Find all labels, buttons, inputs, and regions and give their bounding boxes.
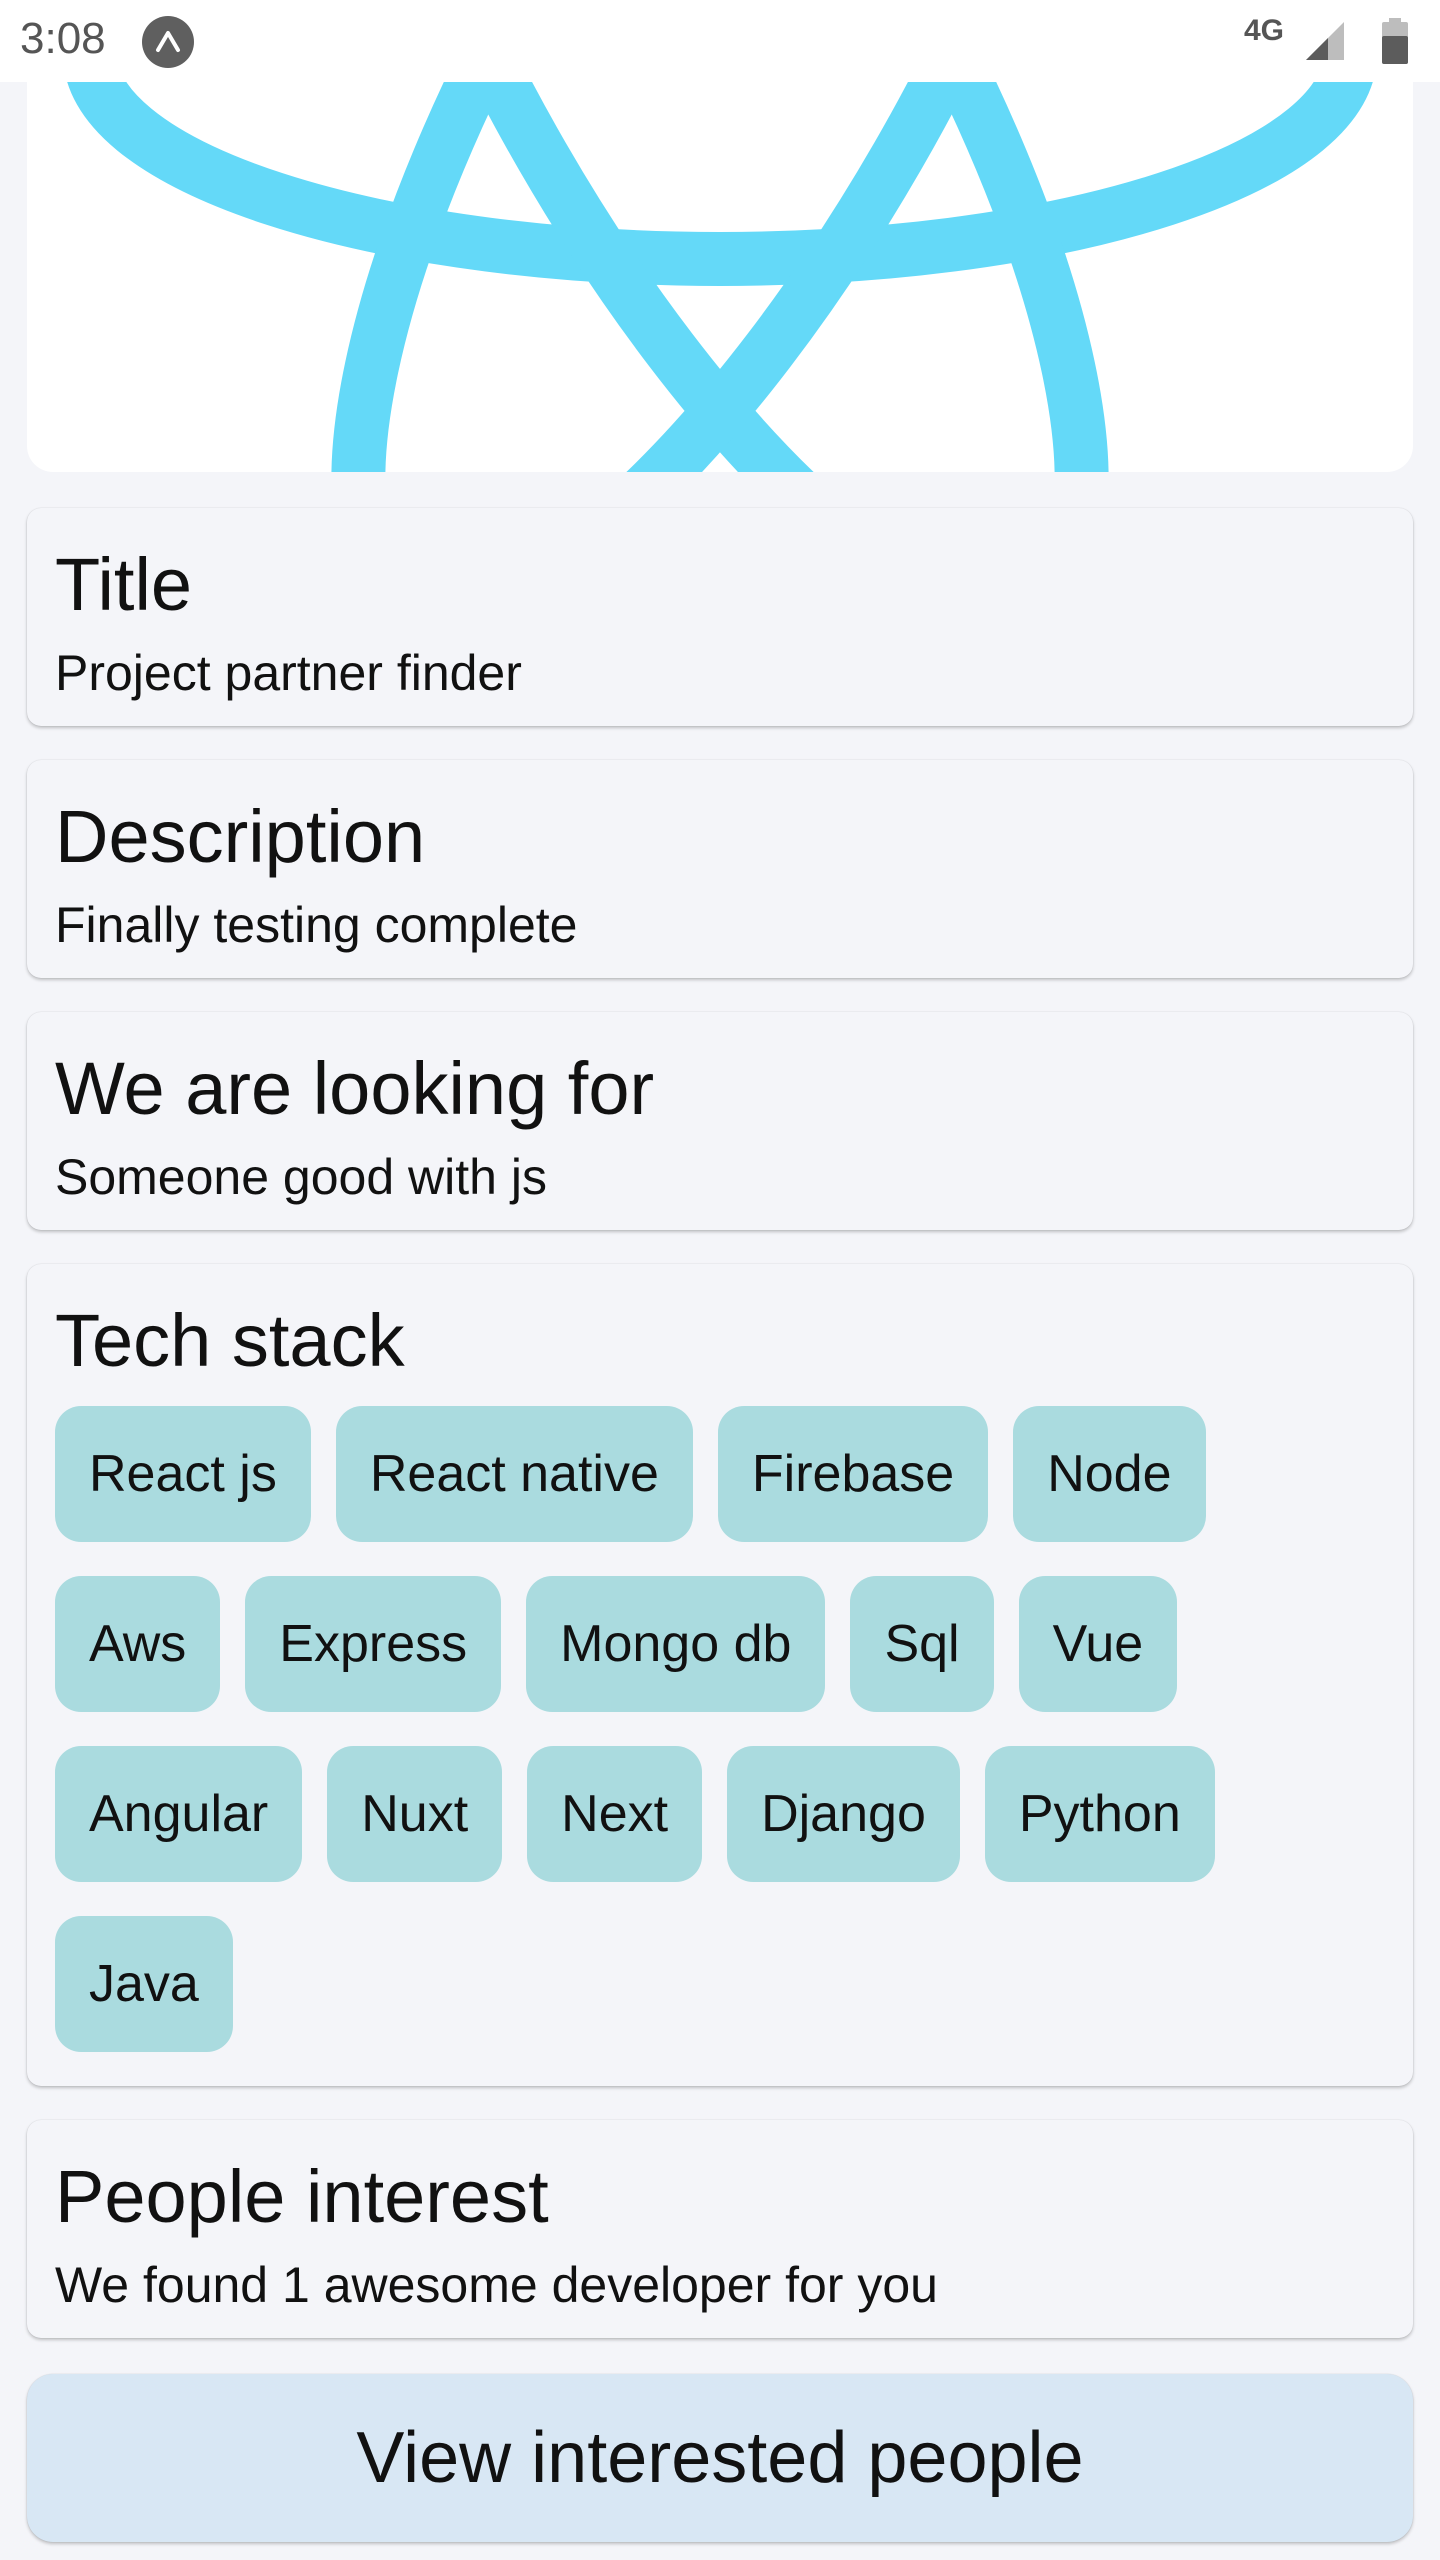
- description-heading: Description: [55, 795, 426, 878]
- tech-chip: Express: [245, 1576, 502, 1712]
- status-time: 3:08: [20, 14, 106, 63]
- react-logo-icon: [67, 82, 1373, 472]
- looking-for-value: Someone good with js: [55, 1149, 547, 1205]
- tech-chip: Java: [55, 1916, 233, 2052]
- tech-chip: Mongo db: [526, 1576, 826, 1712]
- tech-chip: Nuxt: [327, 1746, 503, 1882]
- network-type: 4G: [1244, 14, 1285, 47]
- tech-chip: Next: [527, 1746, 703, 1882]
- status-bar: 3:08 4G: [0, 0, 1440, 82]
- tech-chip: Django: [727, 1746, 960, 1882]
- project-image: [27, 82, 1413, 472]
- tech-chip: Firebase: [717, 1406, 989, 1542]
- expo-icon: [142, 16, 194, 68]
- people-interest-heading: People interest: [55, 2155, 549, 2238]
- signal-icon: [1306, 22, 1344, 60]
- tech-stack-chips: React js React native Firebase Node Aws …: [55, 1406, 1355, 2086]
- tech-chip: Vue: [1018, 1576, 1178, 1712]
- view-interested-people-button[interactable]: View interested people: [27, 2374, 1413, 2542]
- looking-for-heading: We are looking for: [55, 1047, 655, 1130]
- people-interest-value: We found 1 awesome developer for you: [55, 2257, 938, 2313]
- tech-chip: React js: [55, 1406, 311, 1542]
- looking-for-card: We are looking for Someone good with js: [27, 1012, 1413, 1230]
- tech-stack-card: Tech stack React js React native Firebas…: [27, 1264, 1413, 2086]
- tech-chip: Angular: [55, 1746, 303, 1882]
- title-value: Project partner finder: [55, 645, 522, 701]
- description-value: Finally testing complete: [55, 897, 578, 953]
- tech-stack-heading: Tech stack: [55, 1299, 405, 1382]
- tech-chip: Python: [984, 1746, 1215, 1882]
- description-card: Description Finally testing complete: [27, 760, 1413, 978]
- tech-chip: React native: [335, 1406, 693, 1542]
- tech-chip: Node: [1013, 1406, 1206, 1542]
- title-heading: Title: [55, 543, 193, 626]
- battery-icon: [1382, 18, 1408, 64]
- people-interest-card: People interest We found 1 awesome devel…: [27, 2120, 1413, 2338]
- tech-chip: Sql: [850, 1576, 994, 1712]
- tech-chip: Aws: [55, 1576, 221, 1712]
- title-card: Title Project partner finder: [27, 508, 1413, 726]
